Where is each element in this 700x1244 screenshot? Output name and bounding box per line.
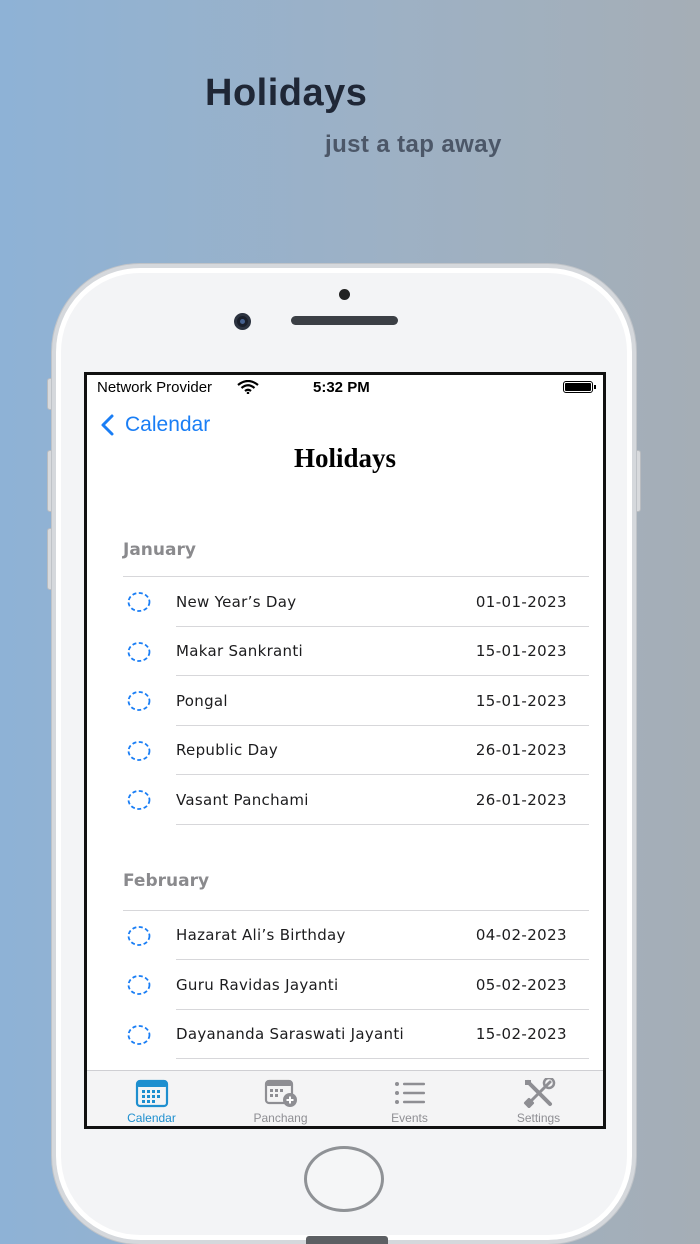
- list-item[interactable]: Vasant Panchami 26-01-2023: [87, 775, 603, 825]
- holiday-name: Vasant Panchami: [176, 790, 309, 809]
- holiday-name: Makar Sankranti: [176, 642, 304, 661]
- list-item[interactable]: Republic Day 26-01-2023: [87, 726, 603, 775]
- list-item[interactable]: Hazarat Ali’s Birthday 04-02-2023: [87, 911, 603, 960]
- radio-unselected-icon: [127, 1024, 151, 1045]
- back-button-label: Calendar: [125, 413, 211, 436]
- holiday-name: Dayananda Saraswati Jayanti: [176, 1025, 405, 1044]
- tab-panchang-label: Panchang: [253, 1111, 308, 1125]
- tab-settings-label: Settings: [516, 1111, 561, 1125]
- proximity-sensor: [339, 289, 350, 300]
- app-screen: Network Provider 5:32 PM Calendar Holida…: [84, 372, 606, 1129]
- radio-unselected-icon: [127, 790, 151, 810]
- holiday-date: 04-02-2023: [475, 926, 567, 945]
- list-item[interactable]: Guru Ravidas Jayanti 05-02-2023: [87, 960, 603, 1010]
- holiday-name: Republic Day: [176, 741, 279, 760]
- carrier-label: Network Provider: [97, 379, 213, 396]
- holiday-date: 26-01-2023: [475, 790, 567, 809]
- holiday-name: Hazarat Ali’s Birthday: [176, 926, 346, 945]
- holiday-name: Pongal: [176, 691, 228, 710]
- holiday-date: 26-01-2023: [475, 741, 567, 760]
- back-button[interactable]: Calendar: [99, 411, 210, 439]
- holiday-name: New Year’s Day: [176, 592, 297, 611]
- tab-bar: Calendar Panchang Events Settings: [87, 1070, 603, 1126]
- tab-calendar-label: Calendar: [127, 1111, 176, 1125]
- status-time: 5:32 PM: [313, 379, 370, 396]
- calendar-icon: [135, 1079, 168, 1108]
- section-header-february: February: [123, 870, 210, 891]
- hero-title: Holidays: [205, 72, 368, 114]
- phone-bottom-edge: [306, 1236, 388, 1244]
- home-button[interactable]: [304, 1146, 384, 1212]
- chevron-left-icon: [101, 414, 114, 436]
- list-icon: [394, 1082, 425, 1104]
- tools-icon: [523, 1078, 555, 1108]
- earpiece-speaker: [291, 316, 398, 325]
- radio-unselected-icon: [127, 691, 151, 711]
- holiday-date: 05-02-2023: [475, 975, 567, 994]
- radio-unselected-icon: [127, 740, 151, 761]
- tab-calendar[interactable]: Calendar: [87, 1071, 216, 1126]
- radio-unselected-icon: [127, 641, 151, 662]
- calendar-add-icon: [264, 1079, 297, 1107]
- holiday-list: January New Year’s Day 01-01-2023 Makar …: [87, 515, 603, 1059]
- holiday-date: 15-01-2023: [475, 642, 567, 661]
- tab-events-label: Events: [391, 1111, 428, 1125]
- list-item[interactable]: New Year’s Day 01-01-2023: [87, 577, 603, 627]
- page-title: Holidays: [293, 443, 397, 473]
- tab-panchang[interactable]: Panchang: [216, 1071, 345, 1126]
- list-item[interactable]: Pongal 15-01-2023: [87, 676, 603, 726]
- tab-events[interactable]: Events: [345, 1071, 474, 1126]
- wifi-icon: [237, 380, 259, 394]
- battery-icon: [563, 381, 596, 393]
- section-header-january: January: [123, 540, 196, 560]
- radio-unselected-icon: [127, 925, 151, 946]
- list-item[interactable]: Dayananda Saraswati Jayanti 15-02-2023: [87, 1010, 603, 1059]
- radio-unselected-icon: [127, 592, 151, 612]
- status-bar: Network Provider 5:32 PM: [87, 375, 603, 401]
- radio-unselected-icon: [127, 975, 151, 995]
- front-camera: [234, 313, 251, 330]
- tab-settings[interactable]: Settings: [474, 1071, 603, 1126]
- holiday-date: 01-01-2023: [475, 592, 567, 611]
- holiday-name: Guru Ravidas Jayanti: [176, 975, 339, 994]
- holiday-date: 15-02-2023: [475, 1025, 567, 1044]
- holiday-date: 15-01-2023: [475, 691, 567, 710]
- hero-subtitle: just a tap away: [325, 131, 502, 158]
- list-item[interactable]: Makar Sankranti 15-01-2023: [87, 627, 603, 676]
